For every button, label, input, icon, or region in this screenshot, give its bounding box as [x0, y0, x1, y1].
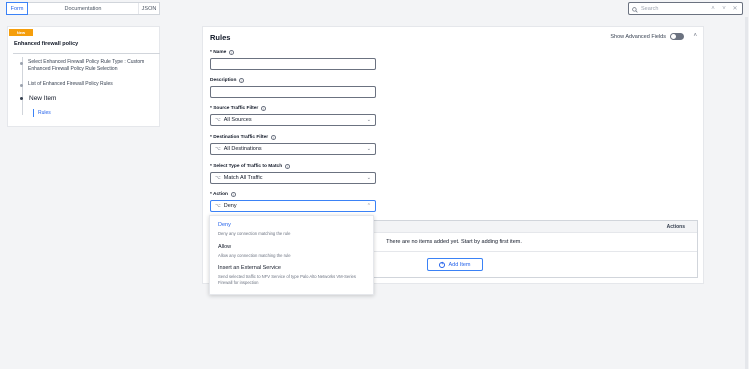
view-tabs: Form Documentation JSON — [6, 2, 160, 15]
nav-item-new-item[interactable]: New Item — [29, 95, 56, 102]
advanced-fields-control: Show Advanced Fields — [610, 33, 684, 40]
chevron-down-icon[interactable]: ˅ — [720, 5, 728, 13]
option-description: Allow any connection matching the rule — [218, 253, 291, 258]
chevron-up-icon[interactable]: ˄ — [709, 5, 717, 13]
name-input[interactable] — [210, 58, 376, 70]
tree-dot — [20, 84, 23, 87]
tab-form[interactable]: Form — [6, 2, 28, 15]
info-icon[interactable]: i — [261, 106, 267, 111]
new-badge: New — [9, 29, 33, 36]
form-navigation-panel: New Enhanced firewall policy Select Enha… — [7, 26, 160, 127]
policy-title: Enhanced firewall policy — [14, 41, 79, 47]
option-description: Deny any connection matching the rule — [218, 231, 291, 236]
close-icon[interactable]: ✕ — [731, 5, 739, 13]
actions-header: Actions — [666, 224, 685, 230]
filter-icon: ⌥ — [215, 203, 221, 209]
chevron-down-icon: ⌄ — [366, 146, 371, 152]
chevron-down-icon: ⌄ — [366, 175, 371, 181]
nav-item-rule-type[interactable]: Select Enhanced Firewall Policy Rule Typ… — [28, 59, 158, 73]
destination-filter-select[interactable]: ⌥ All Destinations ⌄ — [210, 143, 376, 155]
tab-documentation[interactable]: Documentation — [28, 3, 139, 14]
chevron-up-icon: ⌃ — [366, 203, 371, 209]
tree-dot — [20, 62, 23, 65]
option-insert-external-service[interactable]: Insert an External Service Send selected… — [218, 265, 368, 286]
description-label: Description i — [210, 78, 245, 83]
traffic-type-label-text: * Select Type of Traffic to Match — [210, 164, 283, 169]
traffic-type-label: * Select Type of Traffic to Match i — [210, 164, 291, 169]
info-icon[interactable]: i — [230, 192, 236, 197]
info-icon[interactable]: i — [271, 135, 277, 140]
filter-icon: ⌥ — [215, 175, 221, 181]
search-box: ˄ ˅ ✕ — [628, 2, 743, 15]
nav-item-rules-list[interactable]: List of Enhanced Firewall Policy Rules — [28, 81, 113, 88]
action-label-text: * Action — [210, 192, 228, 197]
section-title: Rules — [210, 33, 231, 42]
advanced-fields-label: Show Advanced Fields — [610, 33, 666, 40]
search-input[interactable] — [641, 5, 701, 12]
action-value: Deny — [223, 203, 237, 209]
action-dropdown-menu: Deny Deny any connection matching the ru… — [209, 215, 374, 295]
chevron-down-icon: ⌄ — [366, 117, 371, 123]
info-icon[interactable]: i — [285, 164, 291, 169]
source-filter-select[interactable]: ⌥ All Sources ⌄ — [210, 114, 376, 126]
nav-item-rules[interactable]: Rules — [33, 109, 51, 117]
action-select[interactable]: ⌥ Deny ⌃ — [210, 200, 376, 212]
option-title: Insert an External Service — [218, 265, 281, 271]
option-title: Allow — [218, 244, 232, 250]
source-filter-label-text: * Source Traffic Filter — [210, 106, 259, 111]
tab-json[interactable]: JSON — [139, 3, 159, 14]
advanced-fields-toggle[interactable] — [670, 33, 684, 40]
name-label-text: * Name — [210, 50, 227, 55]
top-bar: Form Documentation JSON ˄ ˅ ✕ — [0, 0, 749, 17]
option-allow[interactable]: Allow Allow any connection matching the … — [218, 244, 368, 259]
description-input[interactable] — [210, 86, 376, 98]
option-description: Send selected traffic to NFV Service of … — [218, 274, 356, 285]
page-scrollbar[interactable] — [745, 17, 748, 369]
add-item-label: Add Item — [448, 261, 471, 268]
name-label: * Name i — [210, 50, 235, 55]
action-label: * Action i — [210, 192, 236, 197]
add-item-button[interactable]: + Add Item — [427, 258, 483, 271]
filter-icon: ⌥ — [215, 117, 221, 123]
info-icon[interactable]: i — [239, 78, 245, 83]
info-icon[interactable]: i — [229, 50, 235, 55]
traffic-type-select[interactable]: ⌥ Match All Traffic ⌄ — [210, 172, 376, 184]
collapse-chevron-icon[interactable]: ˄ — [693, 33, 697, 39]
search-icon — [632, 0, 638, 18]
source-filter-label: * Source Traffic Filter i — [210, 106, 267, 111]
source-filter-value: All Sources — [223, 117, 252, 123]
plus-icon: + — [439, 261, 446, 268]
traffic-type-value: Match All Traffic — [223, 175, 263, 181]
divider — [13, 53, 160, 54]
filter-icon: ⌥ — [215, 146, 221, 152]
option-deny[interactable]: Deny Deny any connection matching the ru… — [218, 222, 368, 237]
destination-filter-value: All Destinations — [223, 146, 262, 152]
destination-filter-label-text: * Destination Traffic Filter — [210, 135, 269, 140]
destination-filter-label: * Destination Traffic Filter i — [210, 135, 277, 140]
description-label-text: Description — [210, 78, 237, 83]
option-title: Deny — [218, 222, 231, 228]
tree-dot — [20, 97, 23, 100]
